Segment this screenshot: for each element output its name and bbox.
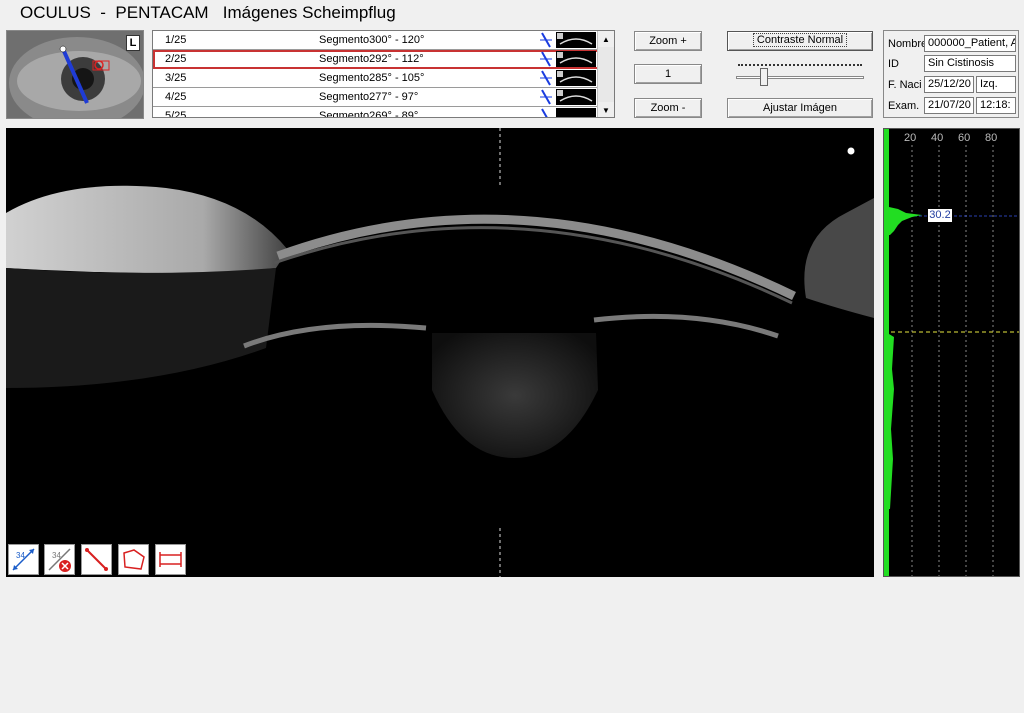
- segment-label: Segmento300° - 120°: [319, 34, 425, 46]
- segment-thumbnail: [556, 108, 596, 117]
- density-value-label: 30.2: [928, 209, 952, 222]
- segment-row-2[interactable]: 2/25 Segmento292° - 112°: [153, 50, 599, 69]
- zoom-reset-button[interactable]: 1: [634, 64, 702, 84]
- scheimpflug-image-viewer[interactable]: 34 34: [6, 128, 874, 577]
- segment-angle-icon: [540, 89, 552, 105]
- contrast-normal-label: Contraste Normal: [752, 33, 848, 47]
- contrast-normal-button[interactable]: Contraste Normal: [727, 31, 873, 51]
- segment-thumbnail: [556, 70, 596, 86]
- eye-thumbnail[interactable]: L: [6, 30, 144, 119]
- segment-index: 3/25: [165, 72, 187, 84]
- measure-distance-tool-icon: 34: [12, 548, 35, 571]
- segment-index: 5/25: [165, 110, 187, 118]
- zoom-out-button[interactable]: Zoom -: [634, 98, 702, 118]
- scheimpflug-image: [6, 128, 874, 577]
- line-tool[interactable]: [81, 544, 112, 575]
- patient-info-panel: Nombre 000000_Patient, A ID Sin Cistinos…: [883, 30, 1019, 118]
- eye-side-field: Izq.: [976, 76, 1016, 93]
- segment-angle-icon: [541, 108, 548, 117]
- slider-ticks: [738, 64, 862, 67]
- segment-list[interactable]: 1/25 Segmento300° - 120° 2/25 Segmento29…: [152, 30, 615, 118]
- measure-distance-tool[interactable]: 34: [8, 544, 39, 575]
- window-title: OCULUS - PENTACAM Imágenes Scheimpflug: [20, 3, 396, 22]
- polygon-tool-icon: [123, 549, 145, 570]
- segment-angle-icon: [540, 32, 552, 48]
- zoom-in-button[interactable]: Zoom +: [634, 31, 702, 51]
- segment-label: Segmento292° - 112°: [319, 53, 424, 65]
- segment-angle-icon: [540, 70, 552, 86]
- line-tool-icon: [85, 548, 108, 571]
- name-label: Nombre: [888, 38, 924, 50]
- exam-label: Exam.: [888, 100, 920, 112]
- segment-row-1[interactable]: 1/25 Segmento300° - 120°: [153, 31, 599, 50]
- scroll-up-icon[interactable]: ▲: [598, 31, 614, 47]
- exam-time-field: 12:18:: [976, 97, 1016, 114]
- delete-measurement-tool-icon: 34: [48, 548, 71, 572]
- segment-index: 1/25: [165, 34, 187, 46]
- rectangle-measure-tool-icon: [159, 552, 182, 567]
- segment-thumbnail: [556, 51, 596, 67]
- slider-thumb[interactable]: [760, 68, 768, 86]
- adjust-image-button[interactable]: Ajustar Imágen: [727, 98, 873, 118]
- segment-index: 4/25: [165, 91, 187, 103]
- segment-label: Segmento277° - 97°: [319, 91, 419, 103]
- segment-label: Segmento269° - 89°: [319, 110, 419, 118]
- segment-row-3[interactable]: 3/25 Segmento285° - 105°: [153, 69, 599, 88]
- delete-measurement-tool[interactable]: 34: [44, 544, 75, 575]
- svg-text:34: 34: [52, 551, 61, 560]
- eye-side-badge: L: [126, 35, 140, 51]
- segment-angle-icon: [540, 51, 552, 67]
- patient-name-field: 000000_Patient, A: [924, 35, 1016, 52]
- birth-date-label: F. Naci: [888, 79, 922, 91]
- exam-date-field: 21/07/20: [924, 97, 974, 114]
- svg-text:34: 34: [16, 551, 25, 560]
- density-profile-panel: 20 40 60 80 30.2: [883, 128, 1020, 577]
- birth-date-field: 25/12/20: [924, 76, 974, 93]
- patient-id-field: Sin Cistinosis: [924, 55, 1016, 72]
- segment-list-scrollbar[interactable]: ▲ ▼: [597, 31, 614, 117]
- segment-row-4[interactable]: 4/25 Segmento277° - 97°: [153, 88, 599, 107]
- contrast-slider[interactable]: [734, 58, 866, 88]
- segment-label: Segmento285° - 105°: [319, 72, 425, 84]
- rectangle-measure-tool[interactable]: [155, 544, 186, 575]
- segment-thumbnail: [556, 89, 596, 105]
- segment-index: 2/25: [165, 53, 187, 65]
- eye-thumbnail-image: [9, 37, 143, 118]
- scroll-down-icon[interactable]: ▼: [598, 102, 614, 117]
- slider-track: [736, 76, 864, 79]
- segment-row-5[interactable]: 5/25 Segmento269° - 89°: [153, 107, 599, 118]
- density-profile-plot: [884, 129, 1019, 576]
- segment-thumbnail: [556, 32, 596, 48]
- polygon-tool[interactable]: [118, 544, 149, 575]
- id-label: ID: [888, 58, 899, 70]
